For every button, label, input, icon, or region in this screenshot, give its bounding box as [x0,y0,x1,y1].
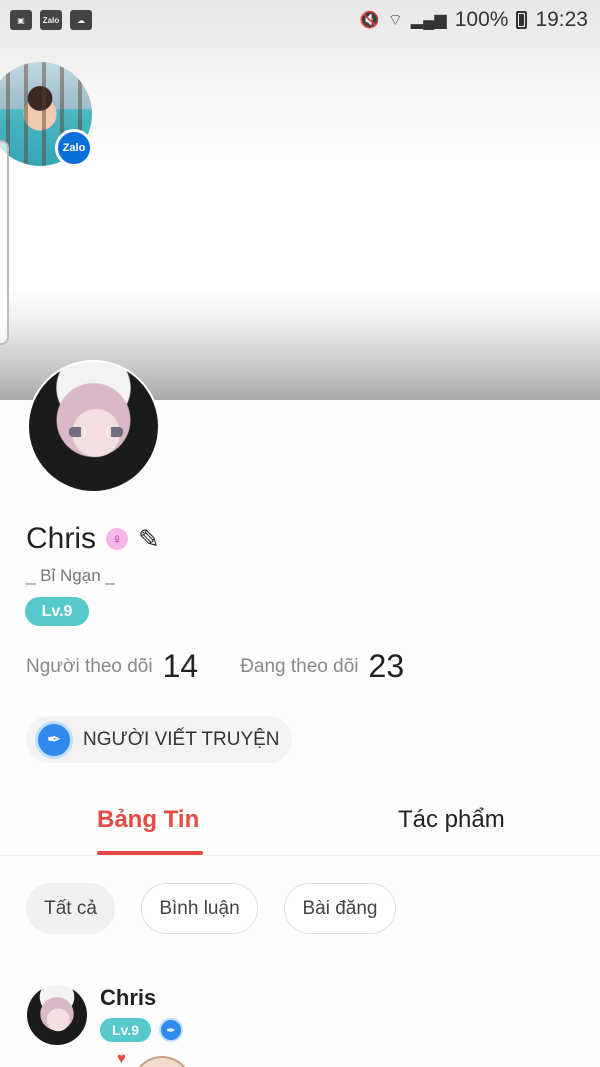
tab-news-feed[interactable]: Bảng Tin [97,806,199,834]
profile-cover[interactable] [0,0,600,400]
post-author-name[interactable]: Chris [100,985,156,1011]
edge-panel-handle[interactable] [0,140,9,345]
zalo-badge-icon: Zalo [55,129,93,167]
status-bar: ▣ Zalo ☁ 🔇 ⌔ ▂▄▆ 100% 19:23 [0,0,600,40]
edit-pencil-icon[interactable]: ✎ [138,526,160,552]
status-system: 🔇 ⌔ ▂▄▆ 100% 19:23 [360,8,588,32]
profile-name: Chris [26,522,97,555]
fountain-pen-icon: ✒ [35,720,73,759]
filter-posts[interactable]: Bài đăng [284,883,396,934]
zalo-cloud-icon: ☁ [70,10,92,30]
writer-role-chip[interactable]: ✒ NGƯỜI VIẾT TRUYỆN [26,716,292,763]
level-badge[interactable]: Lv.9 [25,597,89,626]
filter-comments[interactable]: Bình luận [141,883,258,934]
post-author-avatar[interactable] [27,985,87,1045]
profile-name-row: Chris ♀ ✎ [26,522,160,556]
battery-icon [516,11,528,29]
post-writer-badge-icon: ✒ [159,1018,183,1042]
zalo-icon: Zalo [40,10,62,30]
feed-filters: Tất cả Bình luận Bài đăng [26,883,396,934]
battery-percent: 100% [454,8,509,31]
signal-icon: ▂▄▆ [410,12,447,29]
follow-stats: Người theo dõi 14 Đang theo dõi 23 [26,648,404,685]
following-label[interactable]: Đang theo dõi [240,656,358,678]
following-count[interactable]: 23 [369,648,405,685]
followers-label[interactable]: Người theo dõi [26,656,153,678]
writer-role-label: NGƯỜI VIẾT TRUYỆN [83,728,280,750]
profile-bio: _ Bỉ Ngạn _ [26,566,115,585]
gallery-icon: ▣ [10,10,32,30]
post-level-badge: Lv.9 [100,1018,151,1042]
wifi-icon: ⌔ [387,12,403,29]
heart-icon: ♥ [117,1050,126,1067]
status-notifications: ▣ Zalo ☁ [10,10,92,30]
female-gender-icon: ♀ [106,528,129,550]
clock: 19:23 [535,8,588,31]
filter-all[interactable]: Tất cả [26,883,115,934]
tab-works[interactable]: Tác phẩm [398,806,505,834]
active-tab-indicator [97,851,203,855]
profile-avatar[interactable] [27,360,160,493]
profile-tabs: Bảng Tin Tác phẩm [0,798,600,856]
post-image-preview[interactable] [132,1056,192,1067]
avatar-art [69,427,123,437]
mute-icon: 🔇 [359,12,380,29]
followers-count[interactable]: 14 [163,648,199,685]
